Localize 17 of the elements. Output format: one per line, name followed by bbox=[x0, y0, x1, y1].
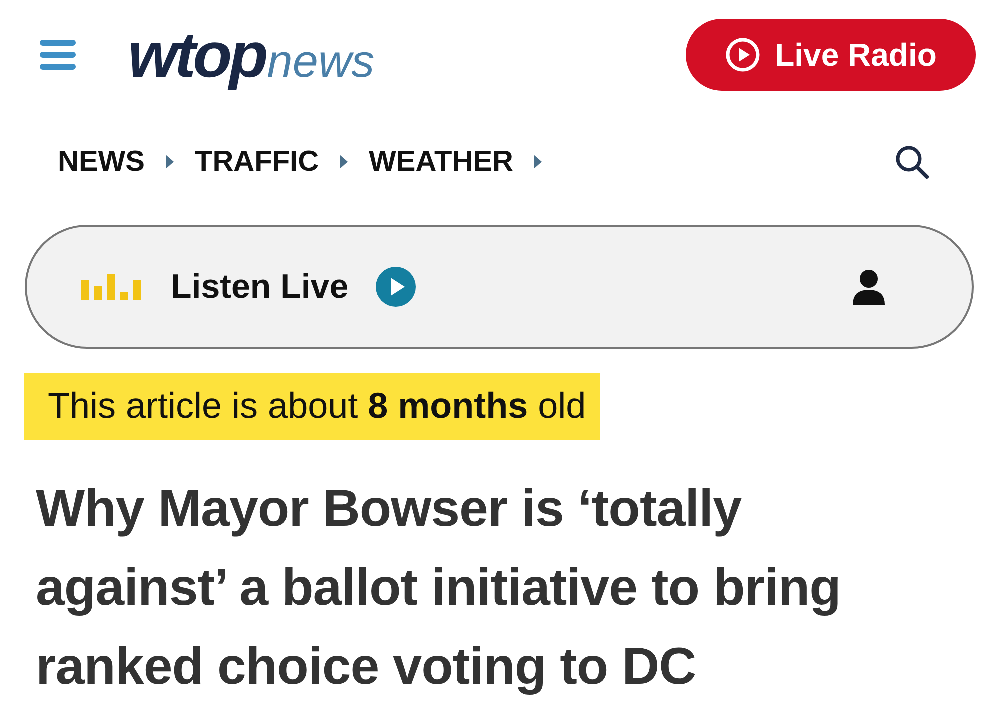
article-age-notice: This article is about 8 months old bbox=[24, 373, 600, 440]
play-icon[interactable] bbox=[374, 266, 417, 308]
search-icon[interactable] bbox=[894, 144, 930, 180]
caret-icon bbox=[339, 154, 350, 170]
listen-live-label[interactable]: Listen Live bbox=[171, 268, 349, 306]
logo-subtitle: news bbox=[267, 34, 375, 88]
nav-link[interactable]: WEATHER bbox=[369, 146, 514, 178]
account-icon[interactable] bbox=[852, 269, 886, 305]
logo[interactable]: wtop bbox=[128, 18, 266, 92]
nav-link[interactable]: NEWS bbox=[58, 146, 145, 178]
caret-icon bbox=[533, 154, 544, 170]
article-headline: Why Mayor Bowser is ‘totally against’ a ballot initiative to bring ranked choice voting to DC bbox=[36, 479, 842, 698]
menu-icon[interactable] bbox=[40, 40, 76, 70]
live-radio-link[interactable]: Live Radio bbox=[686, 19, 976, 91]
play-icon bbox=[725, 37, 762, 73]
caret-icon bbox=[165, 154, 175, 170]
nav-link[interactable]: TRAFFIC bbox=[195, 146, 320, 178]
